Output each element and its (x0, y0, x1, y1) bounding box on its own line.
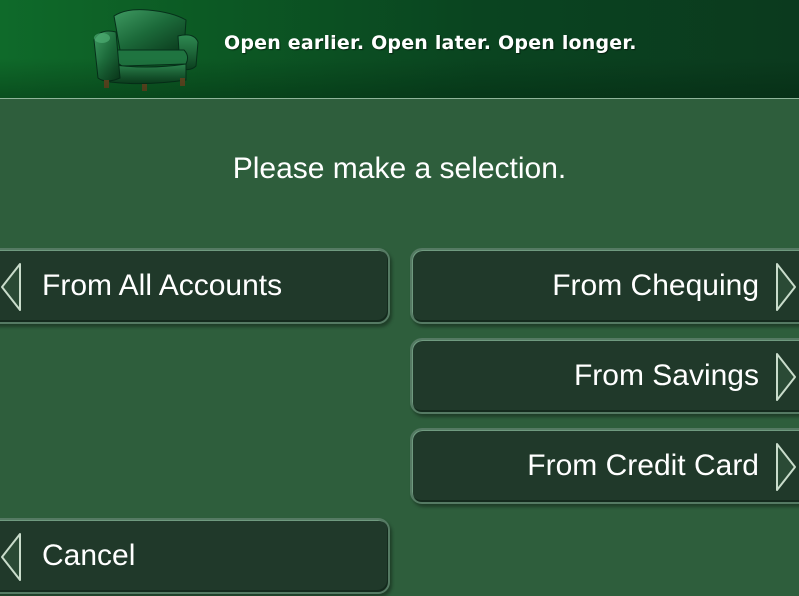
arrow-left-icon (1, 533, 21, 581)
armchair-icon (93, 9, 199, 91)
from-savings-button[interactable]: From Savings (410, 338, 799, 414)
from-credit-card-label: From Credit Card (527, 449, 759, 482)
arrow-right-icon (776, 443, 796, 491)
from-credit-card-button[interactable]: From Credit Card (410, 428, 799, 504)
arrow-right-icon (776, 353, 796, 401)
from-all-accounts-button[interactable]: From All Accounts (0, 248, 390, 324)
arrow-left-icon (1, 263, 21, 311)
arrow-right-icon (776, 263, 796, 311)
selection-prompt: Please make a selection. (232, 152, 567, 185)
from-all-accounts-label: From All Accounts (42, 269, 283, 302)
atm-screen: Open earlier. Open later. Open longer. P… (0, 0, 799, 596)
header-banner: Open earlier. Open later. Open longer. (0, 0, 799, 99)
banner-slogan: Open earlier. Open later. Open longer. (224, 32, 637, 54)
from-savings-label: From Savings (573, 359, 759, 392)
from-chequing-label: From Chequing (552, 269, 759, 302)
from-chequing-button[interactable]: From Chequing (410, 248, 799, 324)
cancel-button[interactable]: Cancel (0, 518, 390, 594)
cancel-label: Cancel (42, 539, 136, 572)
